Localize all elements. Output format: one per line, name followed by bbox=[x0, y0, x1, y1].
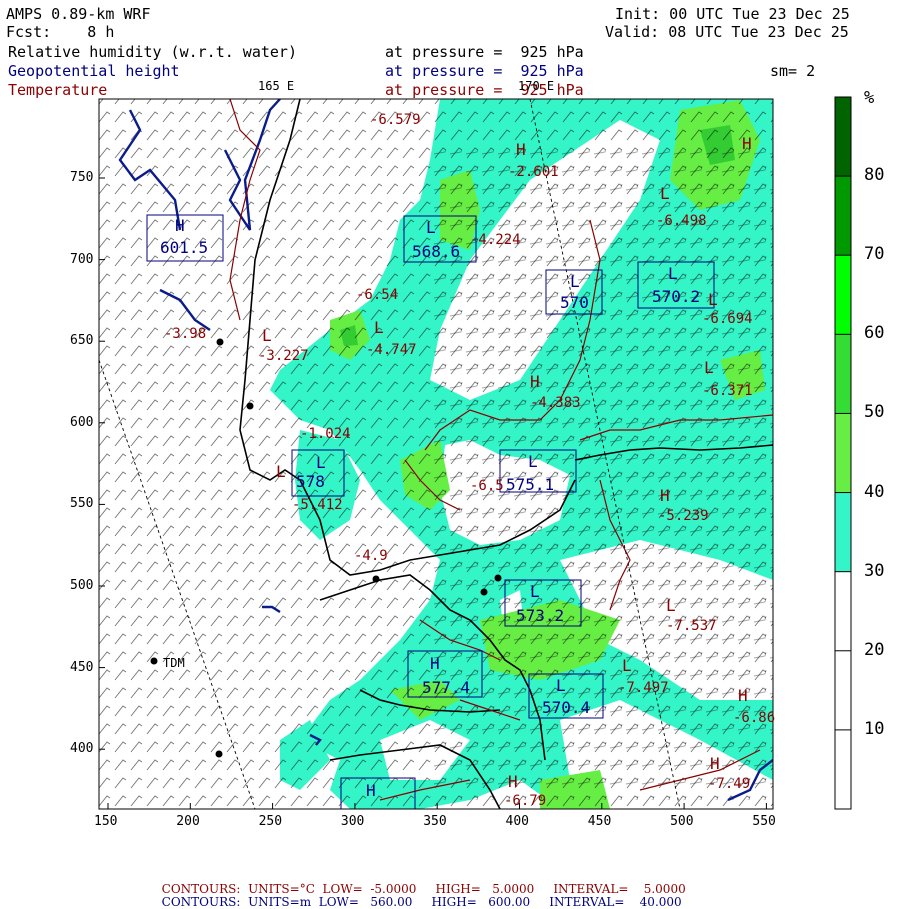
h-marker: H bbox=[430, 654, 440, 673]
temp-label-2: -2.601 bbox=[508, 164, 559, 180]
temp-label-7: -4.383 bbox=[530, 395, 581, 411]
colorbar bbox=[834, 96, 852, 810]
x-tick-label: 150 bbox=[94, 814, 118, 829]
temp-l-marker: L bbox=[622, 656, 632, 675]
temp-h-marker: H bbox=[738, 686, 748, 705]
x-tick-label: 400 bbox=[505, 814, 529, 829]
colorbar-tick-label: 60 bbox=[864, 323, 885, 344]
temp-label-15: -7.537 bbox=[666, 618, 717, 634]
height-low-label-4: 578 bbox=[296, 472, 325, 491]
temp-label-13: -5.412 bbox=[292, 497, 343, 513]
l-marker: L bbox=[530, 582, 540, 601]
footer-gph-high: HIGH= 600.00 bbox=[431, 895, 531, 909]
x-tick-label: 200 bbox=[176, 814, 200, 829]
height-low-label-2: 570 bbox=[560, 293, 589, 312]
height-low-label-3: 570.2 bbox=[652, 287, 701, 306]
colorbar-band bbox=[835, 97, 851, 177]
temp-l-marker: L bbox=[374, 318, 384, 337]
colorbar-band bbox=[835, 255, 851, 335]
h-marker: H bbox=[366, 781, 376, 800]
colorbar-band bbox=[835, 571, 851, 809]
y-tick-label: 600 bbox=[70, 414, 94, 430]
temp-h-marker: H bbox=[660, 486, 670, 505]
station-tdm-label: TDM bbox=[163, 656, 185, 670]
temp-h-marker: H bbox=[516, 140, 526, 159]
temp-h-marker: H bbox=[530, 372, 540, 391]
temp-l-marker: L bbox=[666, 596, 676, 615]
temp-label-12: -1.024 bbox=[300, 426, 351, 442]
temp-label-16: -7.497 bbox=[618, 680, 669, 696]
temp-label-9: -4.747 bbox=[366, 342, 417, 358]
height-high-label: 601.5 bbox=[160, 238, 209, 257]
temp-label-18: -7.49 bbox=[708, 776, 751, 792]
colorbar-tick-label: 80 bbox=[864, 165, 885, 186]
x-tick-label: 450 bbox=[587, 814, 612, 829]
l-marker: L bbox=[556, 676, 566, 695]
y-tick-label: 700 bbox=[70, 251, 94, 267]
y-tick-label: 650 bbox=[70, 333, 94, 349]
temp-h-marker: H bbox=[508, 772, 518, 791]
l-marker: L bbox=[668, 264, 678, 283]
temp-label-20: -6.5 bbox=[470, 478, 504, 494]
temp-h-marker: H bbox=[710, 754, 720, 773]
colorbar-tick-label: 50 bbox=[864, 402, 885, 423]
footer-gph-label: CONTOURS: bbox=[161, 895, 241, 909]
height-low-label-6: 577.4 bbox=[422, 678, 471, 697]
colorbar-tick-label: 40 bbox=[864, 481, 885, 502]
temp-label-1: -6.579 bbox=[370, 112, 421, 128]
colorbar-band bbox=[835, 413, 851, 493]
temp-label-14: -5.239 bbox=[658, 508, 709, 524]
temp-label-10: -3.227 bbox=[258, 348, 309, 364]
temp-label-6: -6.371 bbox=[702, 383, 753, 399]
temp-l-marker: L bbox=[704, 358, 714, 377]
colorbar-band bbox=[835, 334, 851, 414]
temp-l-marker: L bbox=[276, 462, 286, 481]
temp-l-marker: L bbox=[262, 326, 272, 345]
colorbar-tick-label: 10 bbox=[864, 718, 885, 739]
height-low-label-1: 568.6 bbox=[412, 242, 461, 261]
colorbar-tick-label: 70 bbox=[864, 244, 885, 265]
x-tick-label: 250 bbox=[258, 814, 283, 829]
temp-label-11: -3.98 bbox=[164, 326, 207, 342]
temp-label-21: -4.9 bbox=[354, 548, 388, 564]
height-low-label-5: 573.2 bbox=[516, 606, 565, 625]
l-marker: L bbox=[316, 453, 326, 472]
footer-gph-contours: CONTOURS: UNITS=m LOW= 560.00 HIGH= 600.… bbox=[154, 883, 682, 909]
temp-label-4: -6.498 bbox=[656, 213, 707, 229]
x-tick-label: 500 bbox=[670, 814, 694, 829]
y-tick-label: 550 bbox=[70, 496, 94, 512]
height-low-label-8: 575.1 bbox=[506, 475, 555, 494]
height-low-label-7: 570.4 bbox=[542, 698, 591, 717]
footer-gph-units: UNITS=m bbox=[248, 895, 312, 909]
l-marker: L bbox=[426, 218, 436, 237]
temp-label-19: -6.79 bbox=[504, 793, 547, 809]
temp-label-3: -4.224 bbox=[470, 232, 521, 248]
x-tick-label: 300 bbox=[340, 814, 365, 829]
colorbar-unit: % bbox=[864, 88, 875, 108]
map-plot-area bbox=[99, 99, 773, 809]
l-marker: L bbox=[528, 452, 538, 471]
colorbar-tick-label: 20 bbox=[864, 639, 885, 660]
temp-label-8: -6.54 bbox=[356, 287, 399, 303]
station-tdm-dot bbox=[150, 657, 158, 665]
footer-gph-low: LOW= 560.00 bbox=[318, 895, 413, 909]
temp-label-5: -6.694 bbox=[702, 311, 753, 327]
colorbar-tick-label: 30 bbox=[864, 560, 885, 581]
y-tick-label: 450 bbox=[70, 659, 94, 675]
temp-l-marker: L bbox=[660, 184, 670, 203]
temp-h-marker: H bbox=[742, 134, 752, 153]
y-tick-label: 750 bbox=[70, 170, 94, 185]
x-tick-label: 350 bbox=[423, 814, 447, 829]
y-tick-label: 500 bbox=[70, 578, 94, 593]
temp-label-17: -6.86 bbox=[733, 710, 776, 726]
colorbar-band bbox=[835, 492, 851, 572]
temp-l-marker: L bbox=[708, 290, 718, 309]
colorbar-band bbox=[835, 176, 851, 256]
y-tick-label: 400 bbox=[70, 741, 94, 757]
map-panel bbox=[98, 96, 852, 810]
l-marker: L bbox=[570, 272, 580, 291]
h-marker: H bbox=[175, 216, 185, 235]
footer-gph-interval: INTERVAL= 40.000 bbox=[549, 895, 682, 909]
x-tick-label: 550 bbox=[752, 814, 776, 829]
